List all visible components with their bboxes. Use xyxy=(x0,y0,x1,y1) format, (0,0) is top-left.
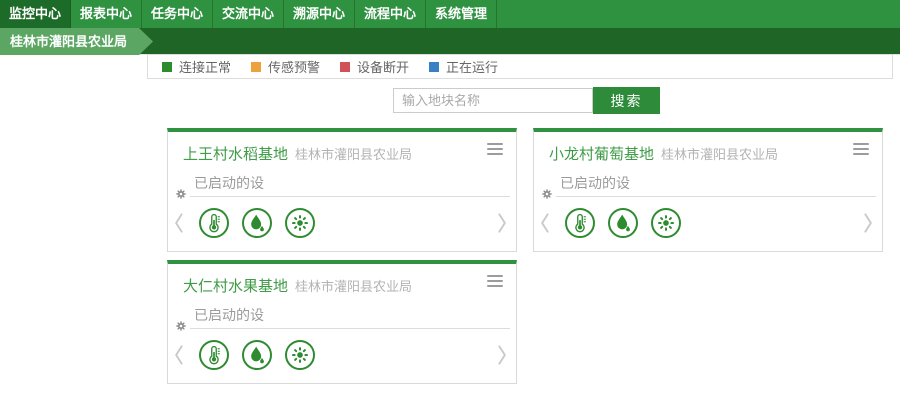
thermometer-icon[interactable] xyxy=(199,340,229,370)
nav-item-report-center[interactable]: 报表中心 xyxy=(71,0,142,28)
card-footer xyxy=(539,208,874,238)
legend-item-running: 正在运行 xyxy=(429,57,498,76)
base-card-xiaolong: 小龙村葡萄基地桂林市灌阳县农业局 已启动的设 xyxy=(533,128,883,252)
card-body: 已启动的设 xyxy=(175,305,510,329)
sun-icon[interactable] xyxy=(651,208,681,238)
devices-row: 已启动的设 xyxy=(556,173,876,197)
card-header: 小龙村葡萄基地桂林市灌阳县农业局 xyxy=(534,132,882,164)
card-title[interactable]: 上王村水稻基地 xyxy=(183,146,288,163)
legend-label: 设备断开 xyxy=(357,57,409,76)
devices-label: 已启动的设 xyxy=(560,175,630,191)
devices-row: 已启动的设 xyxy=(190,173,510,197)
card-title[interactable]: 大仁村水果基地 xyxy=(183,278,288,295)
thermometer-icon[interactable] xyxy=(565,208,595,238)
card-org-label: 桂林市灌阳县农业局 xyxy=(295,147,412,162)
search-input[interactable] xyxy=(393,88,593,113)
legend-swatch-green xyxy=(162,62,172,72)
carousel-prev-icon[interactable] xyxy=(539,212,550,234)
legend-item-connected: 连接正常 xyxy=(162,57,231,76)
card-org-label: 桂林市灌阳县农业局 xyxy=(661,147,778,162)
device-icon-group xyxy=(199,208,328,238)
sun-icon[interactable] xyxy=(285,340,315,370)
droplet-icon[interactable] xyxy=(242,208,272,238)
devices-label: 已启动的设 xyxy=(194,307,264,323)
carousel-next-icon[interactable] xyxy=(863,212,874,234)
card-header: 大仁村水果基地桂林市灌阳县农业局 xyxy=(168,264,516,296)
devices-row: 已启动的设 xyxy=(190,305,510,329)
sun-icon[interactable] xyxy=(285,208,315,238)
carousel-prev-icon[interactable] xyxy=(173,212,184,234)
menu-icon[interactable] xyxy=(487,275,503,290)
breadcrumb-bar: 桂林市灌阳县农业局 xyxy=(0,28,900,55)
legend-item-sensor-warning: 传感预警 xyxy=(251,57,320,76)
legend-swatch-orange xyxy=(251,62,261,72)
nav-item-exchange-center[interactable]: 交流中心 xyxy=(213,0,284,28)
nav-item-trace-center[interactable]: 溯源中心 xyxy=(284,0,355,28)
top-nav: 监控中心 报表中心 任务中心 交流中心 溯源中心 流程中心 系统管理 xyxy=(0,0,900,28)
droplet-icon[interactable] xyxy=(242,340,272,370)
gear-icon[interactable] xyxy=(541,188,553,200)
device-icon-group xyxy=(199,340,328,370)
card-body: 已启动的设 xyxy=(175,173,510,197)
card-footer xyxy=(173,340,508,370)
base-card-daren: 大仁村水果基地桂林市灌阳县农业局 已启动的设 xyxy=(167,260,517,384)
legend-label: 传感预警 xyxy=(268,57,320,76)
menu-icon[interactable] xyxy=(853,143,869,158)
legend-swatch-blue xyxy=(429,62,439,72)
menu-icon[interactable] xyxy=(487,143,503,158)
nav-item-task-center[interactable]: 任务中心 xyxy=(142,0,213,28)
nav-item-process-center[interactable]: 流程中心 xyxy=(355,0,426,28)
breadcrumb[interactable]: 桂林市灌阳县农业局 xyxy=(0,28,153,55)
droplet-icon[interactable] xyxy=(608,208,638,238)
status-legend: 连接正常 传感预警 设备断开 正在运行 xyxy=(147,54,893,79)
gear-icon[interactable] xyxy=(175,320,187,332)
card-body: 已启动的设 xyxy=(541,173,876,197)
gear-icon[interactable] xyxy=(175,188,187,200)
devices-label: 已启动的设 xyxy=(194,175,264,191)
legend-item-disconnected: 设备断开 xyxy=(340,57,409,76)
legend-swatch-red xyxy=(340,62,350,72)
device-icon-group xyxy=(565,208,694,238)
card-title[interactable]: 小龙村葡萄基地 xyxy=(549,146,654,163)
card-header: 上王村水稻基地桂林市灌阳县农业局 xyxy=(168,132,516,164)
carousel-next-icon[interactable] xyxy=(497,212,508,234)
card-footer xyxy=(173,208,508,238)
legend-label: 连接正常 xyxy=(179,57,231,76)
search-button[interactable]: 搜索 xyxy=(593,87,660,114)
thermometer-icon[interactable] xyxy=(199,208,229,238)
card-org-label: 桂林市灌阳县农业局 xyxy=(295,279,412,294)
carousel-next-icon[interactable] xyxy=(497,344,508,366)
nav-item-monitor-center[interactable]: 监控中心 xyxy=(0,0,71,28)
legend-label: 正在运行 xyxy=(446,57,498,76)
carousel-prev-icon[interactable] xyxy=(173,344,184,366)
nav-item-system-admin[interactable]: 系统管理 xyxy=(426,0,497,28)
base-card-shangwang: 上王村水稻基地桂林市灌阳县农业局 已启动的设 xyxy=(167,128,517,252)
